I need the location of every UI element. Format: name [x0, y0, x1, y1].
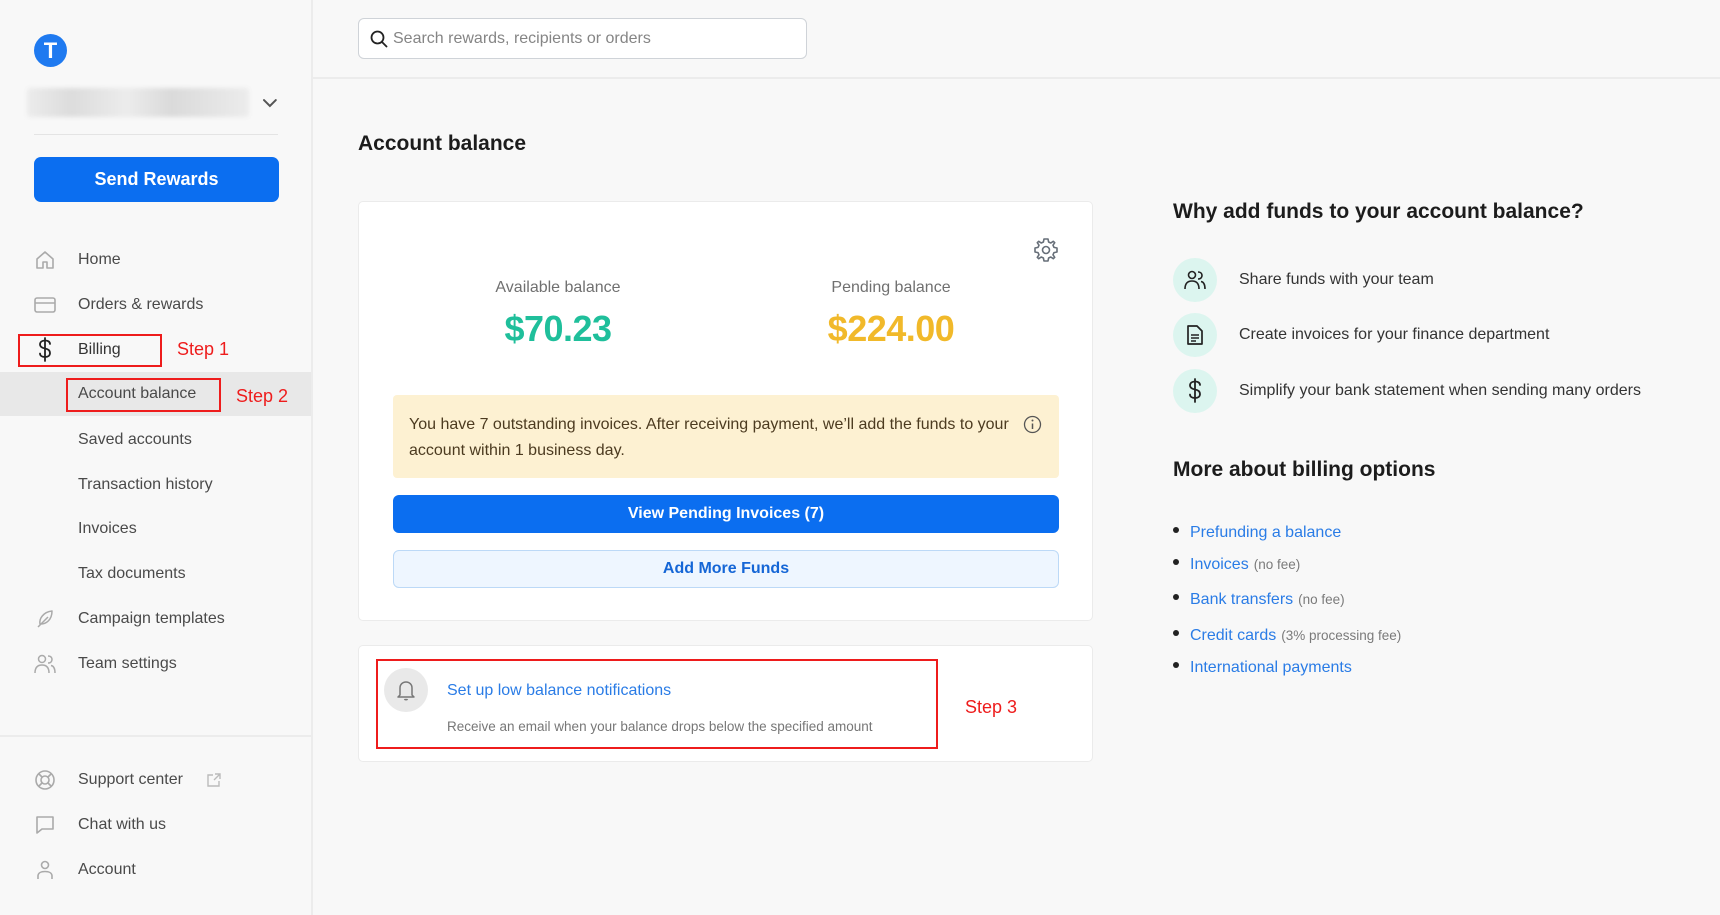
step2-label: Step 2	[236, 386, 289, 406]
sidebar-item-label: Saved accounts	[78, 431, 192, 448]
sidebar-item-label: Invoices	[78, 520, 137, 537]
sidebar-item-support-center[interactable]: Support center	[0, 758, 311, 802]
sidebar-item-chat-with-us[interactable]: Chat with us	[0, 803, 311, 847]
step3-highlight-box	[376, 659, 938, 749]
bullet	[1173, 527, 1179, 533]
step1-label: Step 1	[177, 339, 230, 359]
sidebar-item-label: Campaign templates	[78, 610, 225, 627]
top-bar	[313, 0, 1720, 79]
bullet	[1173, 559, 1179, 565]
step1-highlight-box	[18, 334, 162, 367]
billing-option-item: International payments	[1173, 659, 1352, 677]
billing-option-item: Prefunding a balance	[1173, 524, 1341, 542]
bullet	[1173, 594, 1179, 600]
search-box[interactable]	[358, 18, 807, 59]
why-add-funds-title: Why add funds to your account balance?	[1173, 200, 1584, 223]
billing-option-item: Invoices (no fee)	[1173, 556, 1300, 574]
info-icon[interactable]	[1023, 415, 1042, 434]
sidebar-item-team-settings[interactable]: Team settings	[0, 642, 311, 686]
reason-text: Create invoices for your finance departm…	[1239, 326, 1550, 343]
sidebar-divider	[34, 134, 278, 135]
user-icon	[33, 858, 57, 882]
sidebar-item-saved-accounts[interactable]: Saved accounts	[0, 418, 311, 462]
step2-highlight-box	[66, 378, 221, 412]
pending-balance-value: $224.00	[827, 308, 955, 349]
pending-balance-label: Pending balance	[831, 279, 951, 296]
credit-cards-link[interactable]: Credit cards	[1190, 627, 1276, 645]
sidebar-footer-divider	[0, 735, 311, 737]
available-balance-value: $70.23	[504, 308, 612, 349]
dollar-icon	[1173, 369, 1217, 413]
document-icon	[1173, 313, 1217, 357]
bullet	[1173, 630, 1179, 636]
billing-option-item: Bank transfers (no fee)	[1173, 591, 1345, 609]
view-pending-invoices-button[interactable]: View Pending Invoices (7)	[393, 495, 1059, 533]
organization-selector[interactable]	[27, 88, 279, 117]
brand-logo[interactable]: T	[34, 34, 67, 67]
search-input[interactable]	[359, 19, 806, 58]
prefunding-balance-link[interactable]: Prefunding a balance	[1190, 524, 1341, 542]
international-payments-link[interactable]: International payments	[1190, 659, 1352, 677]
feather-icon	[33, 607, 57, 631]
sidebar: T Send Rewards Home Orders & rewards Bil…	[0, 0, 313, 915]
sidebar-item-tax-documents[interactable]: Tax documents	[0, 552, 311, 596]
bank-transfers-link[interactable]: Bank transfers	[1190, 591, 1293, 609]
more-billing-options-title: More about billing options	[1173, 458, 1436, 481]
sidebar-item-label: Home	[78, 251, 121, 268]
reason-text: Share funds with your team	[1239, 271, 1434, 288]
pending-balance: Pending balance $224.00	[741, 279, 1041, 350]
billing-option-item: Credit cards (3% processing fee)	[1173, 627, 1401, 645]
sidebar-item-label: Orders & rewards	[78, 296, 204, 313]
step3-label: Step 3	[965, 697, 1018, 717]
organization-name-blurred	[27, 88, 250, 117]
team-icon	[33, 652, 57, 676]
card-icon	[33, 293, 57, 317]
reason-item: Share funds with your team	[1173, 258, 1693, 302]
available-balance-label: Available balance	[495, 279, 621, 296]
chevron-down-icon	[263, 98, 278, 107]
reason-item: Create invoices for your finance departm…	[1173, 313, 1693, 357]
balance-card: Available balance $70.23 Pending balance…	[358, 201, 1093, 621]
sidebar-item-transaction-history[interactable]: Transaction history	[0, 463, 311, 507]
gear-icon[interactable]	[1032, 236, 1060, 264]
page-title: Account balance	[358, 132, 527, 155]
sidebar-item-label: Transaction history	[78, 476, 213, 493]
sidebar-item-label: Chat with us	[78, 816, 167, 833]
reason-item: Simplify your bank statement when sendin…	[1173, 369, 1693, 413]
external-link-icon	[207, 772, 221, 787]
sidebar-item-orders-rewards[interactable]: Orders & rewards	[0, 283, 311, 327]
available-balance: Available balance $70.23	[408, 279, 708, 350]
sidebar-item-home[interactable]: Home	[0, 238, 311, 282]
outstanding-invoices-notice: You have 7 outstanding invoices. After r…	[393, 395, 1059, 478]
sidebar-item-campaign-templates[interactable]: Campaign templates	[0, 597, 311, 641]
reason-text: Simplify your bank statement when sendin…	[1239, 382, 1641, 399]
sidebar-item-label: Support center	[78, 771, 183, 788]
lifebuoy-icon	[33, 768, 57, 792]
sidebar-item-label: Tax documents	[78, 565, 186, 582]
add-more-funds-button[interactable]: Add More Funds	[393, 550, 1059, 588]
invoices-link[interactable]: Invoices	[1190, 556, 1249, 574]
search-icon	[370, 30, 388, 48]
fee-note: (no fee)	[1253, 557, 1301, 572]
bullet	[1173, 662, 1179, 668]
team-icon	[1173, 258, 1217, 302]
sidebar-item-account[interactable]: Account	[0, 848, 311, 892]
sidebar-item-label: Team settings	[78, 655, 177, 672]
sidebar-item-invoices[interactable]: Invoices	[0, 507, 311, 551]
fee-note: (no fee)	[1298, 592, 1345, 607]
sidebar-item-label: Account	[78, 861, 136, 878]
notice-text: You have 7 outstanding invoices. After r…	[409, 416, 1009, 459]
send-rewards-button[interactable]: Send Rewards	[34, 157, 279, 202]
chat-icon	[33, 813, 57, 837]
fee-note: (3% processing fee)	[1281, 628, 1402, 643]
home-icon	[33, 248, 57, 272]
